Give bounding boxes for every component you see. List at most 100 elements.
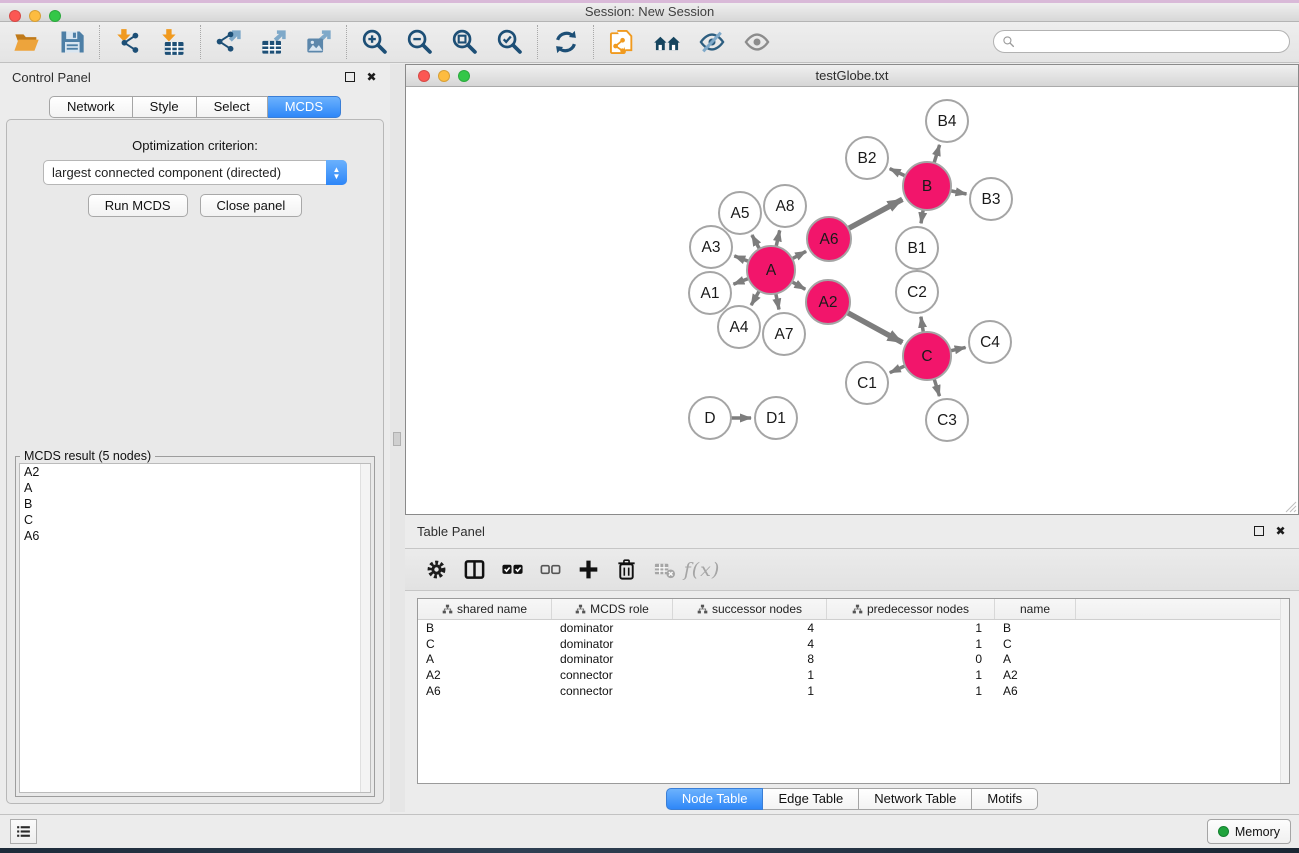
split-columns-button[interactable] [455, 553, 493, 587]
table-cell[interactable]: A2 [418, 668, 552, 682]
window-titlebar[interactable]: Session: New Session [0, 3, 1299, 22]
table-cell[interactable]: A [995, 652, 1076, 666]
node-A6[interactable]: A6 [807, 217, 851, 261]
table-cell[interactable]: B [995, 621, 1076, 635]
table-cell[interactable]: C [418, 637, 552, 651]
node-C4[interactable]: C4 [969, 321, 1011, 363]
run-mcds-button[interactable]: Run MCDS [88, 194, 188, 217]
table-cell[interactable]: dominator [552, 637, 673, 651]
export-network-button[interactable] [206, 24, 251, 60]
gear-button[interactable] [417, 553, 455, 587]
save-button[interactable] [49, 24, 94, 60]
table-cell[interactable]: connector [552, 684, 673, 698]
column-header-name[interactable]: name [995, 599, 1076, 619]
node-C2[interactable]: C2 [896, 271, 938, 313]
trash-button[interactable] [607, 553, 645, 587]
node-B3[interactable]: B3 [970, 178, 1012, 220]
node-A4[interactable]: A4 [718, 306, 760, 348]
node-D1[interactable]: D1 [755, 397, 797, 439]
deselect-all-button[interactable] [531, 553, 569, 587]
memory-button[interactable]: Memory [1207, 819, 1291, 844]
tab-mcds[interactable]: MCDS [268, 96, 341, 118]
table-cell[interactable]: A6 [418, 684, 552, 698]
table-cell[interactable]: 1 [827, 668, 995, 682]
table-cell[interactable]: connector [552, 668, 673, 682]
node-D[interactable]: D [689, 397, 731, 439]
export-table-button[interactable] [251, 24, 296, 60]
network-close-icon[interactable] [418, 70, 430, 82]
tab-network-table[interactable]: Network Table [859, 788, 972, 810]
column-header-successor-nodes[interactable]: successor nodes [673, 599, 827, 619]
open-folder-button[interactable] [4, 24, 49, 60]
node-C[interactable]: C [903, 332, 951, 380]
column-header-shared-name[interactable]: shared name [418, 599, 552, 619]
node-A1[interactable]: A1 [689, 272, 731, 314]
minimize-window-icon[interactable] [29, 10, 41, 22]
network-minimize-icon[interactable] [438, 70, 450, 82]
zoom-out-button[interactable] [397, 24, 442, 60]
table-row[interactable]: Cdominator41C [418, 636, 1289, 652]
table-row[interactable]: Adominator80A [418, 652, 1289, 668]
node-B1[interactable]: B1 [896, 227, 938, 269]
network-canvas[interactable]: AA1A2A3A4A5A6A7A8BB1B2B3B4CC1C2C3C4DD1 [406, 88, 1298, 514]
mcds-result-item[interactable]: B [20, 496, 370, 512]
node-A2[interactable]: A2 [806, 280, 850, 324]
table-cell[interactable]: A [418, 652, 552, 666]
task-history-button[interactable] [10, 819, 37, 844]
float-table-panel-icon[interactable] [1252, 525, 1265, 538]
criterion-dropdown[interactable]: largest connected component (directed) ▲… [43, 160, 347, 185]
tab-select[interactable]: Select [197, 96, 268, 118]
search-input[interactable] [1019, 35, 1281, 49]
export-image-button[interactable] [296, 24, 341, 60]
hide-graphics-button[interactable] [689, 24, 734, 60]
zoom-in-button[interactable] [352, 24, 397, 60]
mcds-result-item[interactable]: A6 [20, 528, 370, 544]
node-C3[interactable]: C3 [926, 399, 968, 441]
add-button[interactable] [569, 553, 607, 587]
node-A7[interactable]: A7 [763, 313, 805, 355]
node-B[interactable]: B [903, 162, 951, 210]
close-table-panel-icon[interactable]: ✖ [1274, 525, 1287, 538]
refresh-button[interactable] [543, 24, 588, 60]
table-cell[interactable]: A2 [995, 668, 1076, 682]
table-row[interactable]: A2connector11A2 [418, 667, 1289, 683]
mcds-result-item[interactable]: A [20, 480, 370, 496]
mcds-result-list[interactable]: A2ABCA6 [19, 463, 371, 793]
mcds-result-item[interactable]: A2 [20, 464, 370, 480]
import-table-button[interactable] [150, 24, 195, 60]
home-button[interactable] [644, 24, 689, 60]
close-window-icon[interactable] [9, 10, 21, 22]
table-row[interactable]: Bdominator41B [418, 620, 1289, 636]
splitter-handle[interactable] [393, 432, 401, 446]
zoom-fit-button[interactable] [442, 24, 487, 60]
tab-edge-table[interactable]: Edge Table [763, 788, 859, 810]
import-network-button[interactable] [105, 24, 150, 60]
table-scrollbar[interactable] [1280, 599, 1289, 783]
select-all-button[interactable] [493, 553, 531, 587]
network-zoom-icon[interactable] [458, 70, 470, 82]
node-A3[interactable]: A3 [690, 226, 732, 268]
show-graphics-button[interactable] [734, 24, 779, 60]
float-panel-icon[interactable] [343, 71, 356, 84]
table-cell[interactable]: 8 [673, 652, 827, 666]
network-window-titlebar[interactable]: testGlobe.txt [406, 65, 1298, 87]
table-cell[interactable]: 1 [827, 684, 995, 698]
zoom-window-icon[interactable] [49, 10, 61, 22]
node-A8[interactable]: A8 [764, 185, 806, 227]
table-cell[interactable]: 4 [673, 621, 827, 635]
resize-grip-icon[interactable] [1284, 500, 1297, 513]
column-header-predecessor-nodes[interactable]: predecessor nodes [827, 599, 995, 619]
vertical-splitter[interactable] [390, 64, 405, 812]
table-cell[interactable]: 4 [673, 637, 827, 651]
tab-network[interactable]: Network [49, 96, 133, 118]
table-row[interactable]: A6connector11A6 [418, 683, 1289, 699]
node-table[interactable]: shared nameMCDS rolesuccessor nodesprede… [417, 598, 1290, 784]
table-cell[interactable]: dominator [552, 621, 673, 635]
mcds-result-item[interactable]: C [20, 512, 370, 528]
table-cell[interactable]: C [995, 637, 1076, 651]
table-cell[interactable]: A6 [995, 684, 1076, 698]
node-A[interactable]: A [747, 246, 795, 294]
table-cell[interactable]: 1 [827, 621, 995, 635]
close-panel-button[interactable]: Close panel [200, 194, 303, 217]
node-B4[interactable]: B4 [926, 100, 968, 142]
